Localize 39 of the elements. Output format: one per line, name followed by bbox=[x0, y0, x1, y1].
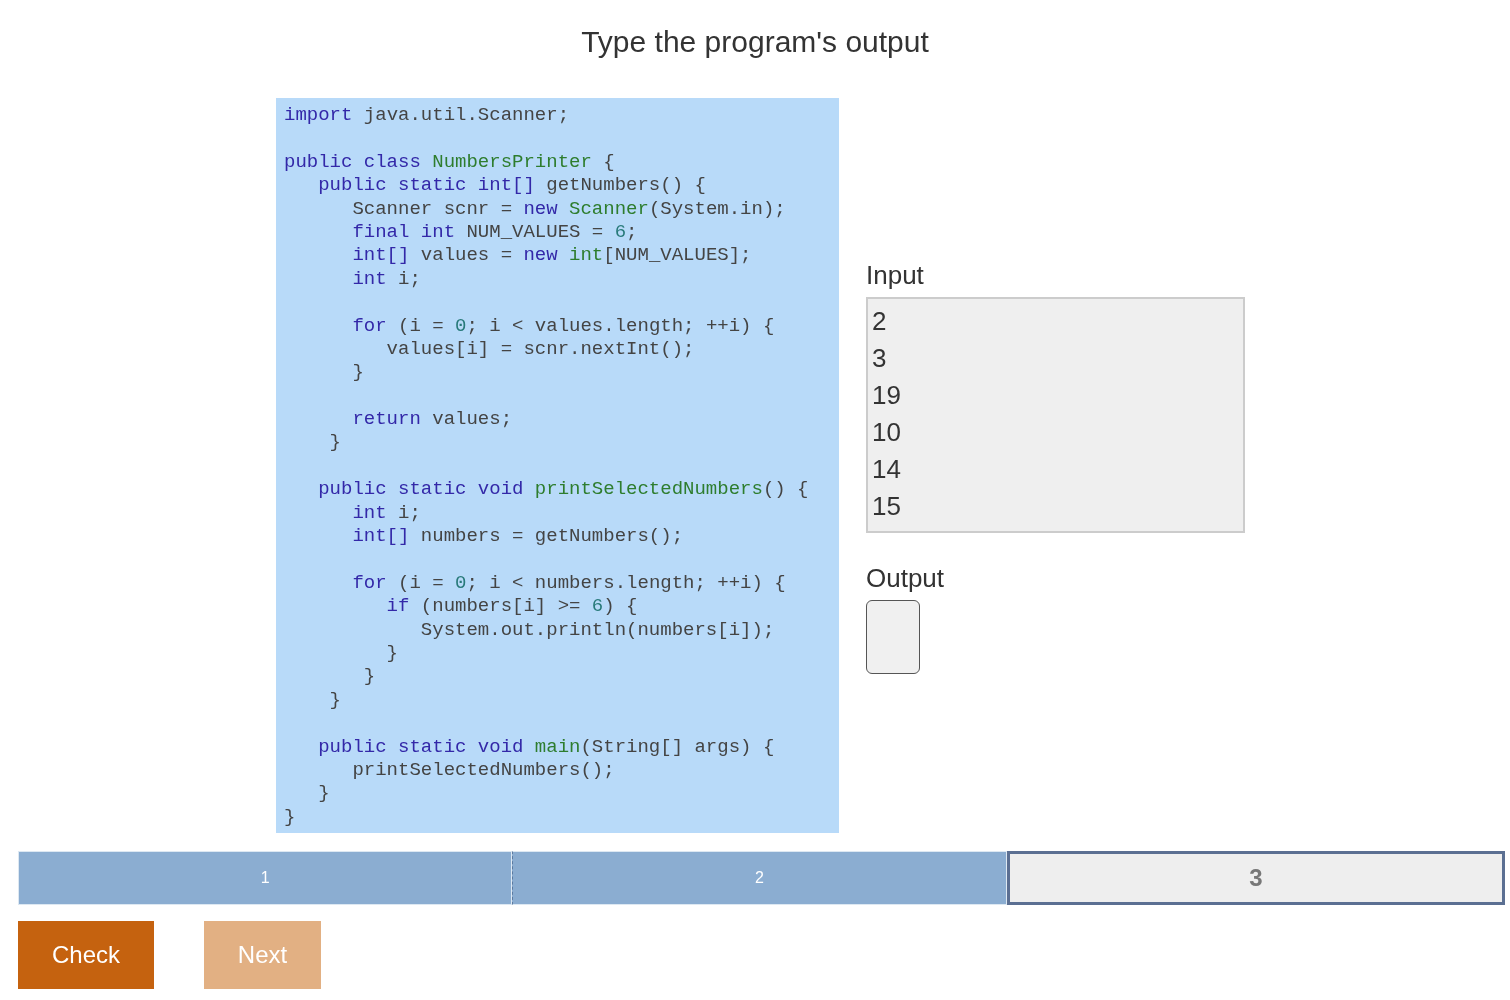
code-line: public static void main(String[] args) { bbox=[317, 735, 776, 759]
code-line: int[] values = new int[NUM_VALUES]; bbox=[351, 244, 753, 268]
code-line: public class NumbersPrinter { bbox=[284, 150, 616, 175]
code-line: public static void printSelectedNumbers() { bbox=[317, 478, 810, 502]
code-line: } bbox=[284, 805, 297, 830]
code-line: values[i] = scnr.nextInt(); bbox=[385, 337, 696, 362]
input-value: 2 bbox=[872, 305, 887, 339]
code-line: Scanner scnr = new Scanner(System.in); bbox=[351, 197, 787, 221]
code-line: int i; bbox=[351, 267, 422, 292]
code-line: int[] numbers = getNumbers(); bbox=[351, 525, 685, 549]
code-line: for (i = 0; i < values.length; ++i) { bbox=[351, 314, 776, 338]
code-line: } bbox=[317, 782, 331, 806]
input-label: Input bbox=[866, 260, 925, 292]
code-line: } bbox=[362, 665, 377, 689]
code-line: } bbox=[351, 361, 365, 385]
code-line: } bbox=[328, 688, 342, 713]
step-segment[interactable]: 2 bbox=[512, 851, 1007, 906]
code-line: final int NUM_VALUES = 6; bbox=[351, 220, 639, 245]
page-title: Type the program's output bbox=[580, 24, 930, 60]
code-line: System.out.println(numbers[i]); bbox=[419, 618, 776, 642]
code-line: } bbox=[328, 431, 342, 455]
input-value: 19 bbox=[872, 379, 901, 413]
step-segment[interactable]: 3 bbox=[1006, 851, 1505, 906]
code-line: for (i = 0; i < numbers.length; ++i) { bbox=[351, 571, 787, 596]
code-line: int i; bbox=[351, 501, 422, 526]
output-label: Output bbox=[866, 563, 946, 595]
input-value: 3 bbox=[872, 342, 887, 376]
code-line: if (numbers[i] >= 6) { bbox=[385, 595, 639, 619]
code-line: import java.util.Scanner; bbox=[284, 104, 571, 128]
input-value: 15 bbox=[872, 490, 901, 524]
output-field[interactable] bbox=[866, 600, 920, 675]
check-button[interactable]: Check bbox=[18, 921, 154, 990]
code-line: public static int[] getNumbers() { bbox=[317, 174, 707, 198]
input-value: 10 bbox=[872, 416, 901, 450]
code-line: } bbox=[385, 642, 400, 666]
code-line: printSelectedNumbers(); bbox=[351, 758, 616, 783]
code-line: return values; bbox=[351, 408, 514, 432]
input-value: 14 bbox=[872, 453, 901, 487]
step-segment[interactable]: 1 bbox=[18, 851, 513, 906]
